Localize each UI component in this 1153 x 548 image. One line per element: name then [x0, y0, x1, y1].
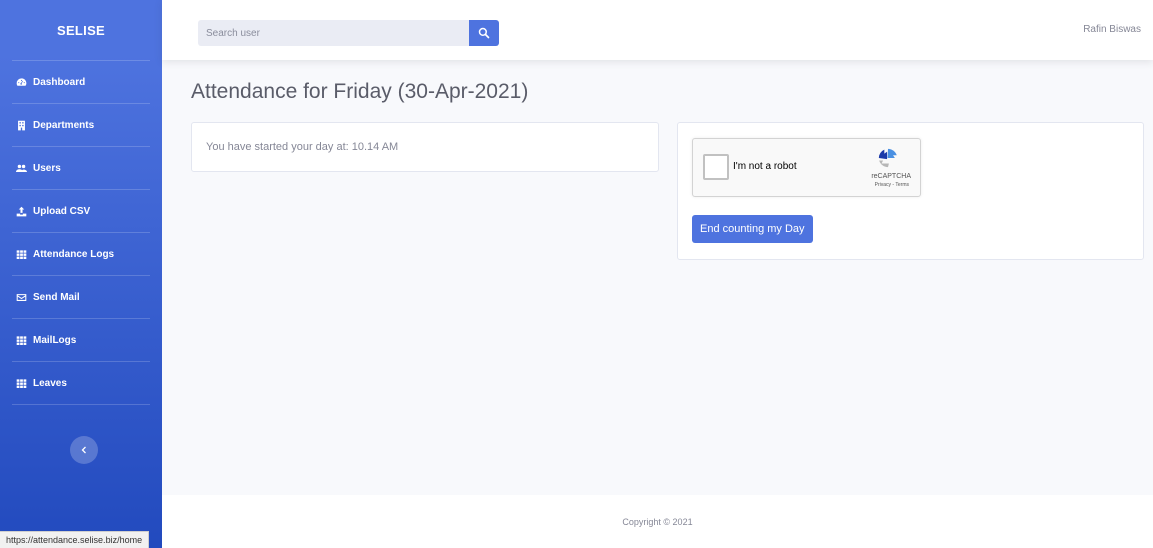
brand-logo[interactable]: SELISE: [0, 0, 162, 60]
status-bar-url: https://attendance.selise.biz/home: [0, 531, 150, 548]
sidebar-item-label: Dashboard: [33, 76, 86, 88]
topbar: Rafin Biswas: [162, 0, 1153, 60]
recaptcha-links[interactable]: Privacy - Terms: [875, 182, 909, 188]
upload-icon: [15, 205, 27, 217]
footer: Copyright © 2021: [162, 495, 1153, 548]
envelope-icon: [15, 291, 27, 303]
sidebar-item-label: Attendance Logs: [33, 248, 115, 260]
search-icon: [478, 27, 490, 39]
sidebar-toggle-button[interactable]: [70, 436, 98, 464]
sidebar-item-attendance-logs[interactable]: Attendance Logs: [0, 233, 162, 275]
start-time-message: You have started your day at: 10.14 AM: [206, 141, 399, 153]
sidebar-item-label: Users: [33, 162, 61, 174]
building-icon: [15, 119, 27, 131]
sidebar-item-label: MailLogs: [33, 334, 77, 346]
search-button[interactable]: [469, 20, 499, 46]
copyright-text: Copyright © 2021: [622, 516, 693, 527]
sidebar-divider: [12, 404, 150, 405]
page-title: Attendance for Friday (30-Apr-2021): [191, 80, 529, 103]
start-time-card: You have started your day at: 10.14 AM: [191, 122, 659, 172]
recaptcha-checkbox[interactable]: [703, 154, 729, 180]
recaptcha-logo-icon: [878, 148, 897, 168]
sidebar-item-label: Upload CSV: [33, 205, 91, 217]
end-counting-day-button[interactable]: End counting my Day: [692, 215, 813, 243]
search-form: [198, 20, 499, 46]
sidebar: SELISE Dashboard Departments Users Uploa…: [0, 0, 162, 548]
sidebar-item-departments[interactable]: Departments: [0, 104, 162, 146]
sidebar-item-label: Departments: [33, 119, 95, 131]
users-icon: [15, 162, 27, 174]
table-icon: [15, 248, 27, 260]
sidebar-item-send-mail[interactable]: Send Mail: [0, 276, 162, 318]
tachometer-icon: [15, 76, 27, 88]
sidebar-item-maillogs[interactable]: MailLogs: [0, 319, 162, 361]
table-icon: [15, 377, 27, 389]
sidebar-item-dashboard[interactable]: Dashboard: [0, 61, 162, 103]
sidebar-item-label: Send Mail: [33, 291, 80, 303]
recaptcha-brand: reCAPTCHA: [871, 173, 911, 180]
sidebar-item-upload-csv[interactable]: Upload CSV: [0, 190, 162, 232]
sidebar-item-users[interactable]: Users: [0, 147, 162, 189]
user-name[interactable]: Rafin Biswas: [1083, 24, 1141, 35]
chevron-left-icon: [81, 446, 86, 454]
table-icon: [15, 334, 27, 346]
end-day-card: I'm not a robot reCAPTCHA Privacy - Term…: [677, 122, 1144, 260]
recaptcha-widget: I'm not a robot reCAPTCHA Privacy - Term…: [692, 138, 921, 197]
sidebar-item-leaves[interactable]: Leaves: [0, 362, 162, 404]
search-input[interactable]: [198, 20, 469, 46]
recaptcha-label: I'm not a robot: [733, 161, 797, 172]
sidebar-item-label: Leaves: [33, 377, 67, 389]
